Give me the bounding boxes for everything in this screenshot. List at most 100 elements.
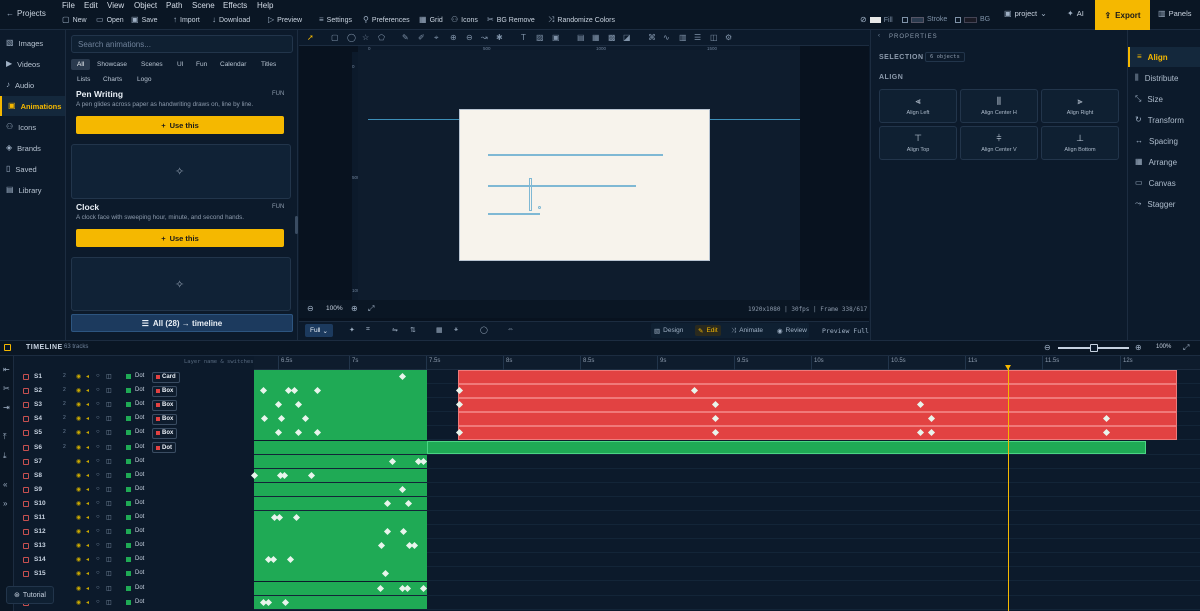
code-icon[interactable]: ⇔	[507, 326, 514, 333]
grid-toggle-icon[interactable]: ▦	[436, 326, 443, 334]
animation-clip-selected[interactable]	[458, 412, 1177, 426]
solo-icon[interactable]: ○	[96, 429, 100, 435]
use-this-button[interactable]: + Use this	[76, 229, 284, 247]
sidebar-item-brands[interactable]: ◈ Brands	[0, 138, 65, 158]
visibility-icon[interactable]: ◉	[76, 401, 81, 408]
lock-icon[interactable]: ◫	[106, 415, 112, 422]
import-button[interactable]: ↑ Import	[173, 16, 200, 24]
animation-clip-selected[interactable]	[458, 370, 1177, 384]
track-parent-badge[interactable]: Box	[152, 413, 178, 425]
track-checkbox[interactable]	[23, 500, 29, 507]
solo-icon[interactable]: ○	[96, 415, 100, 421]
tutorial-button[interactable]: ⊛ Tutorial	[6, 586, 54, 604]
rightnav-stagger[interactable]: ⤳ Stagger	[1128, 194, 1200, 214]
visibility-icon[interactable]: ◉	[76, 458, 81, 465]
audio-icon[interactable]: ◂	[86, 585, 89, 592]
lock-icon[interactable]: ◫	[106, 500, 112, 507]
chip-ui[interactable]: UI	[171, 59, 190, 70]
visibility-icon[interactable]: ◉	[76, 444, 81, 451]
all-to-timeline-button[interactable]: ☰ All (28) → timeline	[71, 314, 293, 332]
component-tool-icon[interactable]: ⚙	[725, 33, 732, 42]
download-button[interactable]: ↓ Download	[212, 16, 250, 24]
rightnav-align[interactable]: ≡ Align	[1128, 47, 1200, 67]
chip-scenes[interactable]: Scenes	[135, 59, 169, 70]
lock-icon[interactable]: ◫	[106, 472, 112, 479]
solo-icon[interactable]: ○	[96, 472, 100, 478]
panels-button[interactable]: ▥ Panels	[1158, 9, 1192, 18]
chevron-left-icon[interactable]: ‹	[878, 33, 880, 39]
visibility-icon[interactable]: ◉	[76, 415, 81, 422]
fit-screen-icon[interactable]: ⤢	[368, 304, 374, 314]
track-checkbox[interactable]	[23, 543, 29, 550]
visibility-icon[interactable]: ◉	[76, 556, 81, 563]
solo-icon[interactable]: ○	[96, 444, 100, 450]
audio-icon[interactable]: ◂	[86, 542, 89, 549]
pen-stroke-line[interactable]	[488, 185, 636, 187]
lock-icon[interactable]: ◫	[106, 570, 112, 577]
audio-icon[interactable]: ◂	[86, 570, 89, 577]
mode-animate[interactable]: ⤨ Animate	[731, 325, 763, 336]
menu-view[interactable]: View	[107, 1, 124, 10]
menu-object[interactable]: Object	[134, 1, 157, 10]
track-checkbox[interactable]	[23, 416, 29, 423]
track-parent-badge[interactable]: Card	[152, 371, 180, 383]
track-row[interactable]: S7 ◉ ◂ ○ ◫ Dot	[14, 455, 254, 469]
audio-icon[interactable]: ◂	[86, 444, 89, 451]
chip-all[interactable]: All	[71, 59, 91, 70]
magic-tool-icon[interactable]: ✱	[496, 33, 503, 42]
expand-tracks-icon[interactable]: »	[3, 499, 7, 508]
menu-scene[interactable]: Scene	[192, 1, 215, 10]
sidebar-item-images[interactable]: ▧ Images	[0, 33, 65, 53]
animation-clip[interactable]	[254, 553, 427, 567]
trim-icon[interactable]: ⇥	[3, 403, 10, 412]
animation-preview[interactable]: ✧	[71, 144, 291, 199]
solo-icon[interactable]: ○	[96, 401, 100, 407]
track-checkbox[interactable]	[23, 557, 29, 564]
pen-stroke-line[interactable]	[488, 213, 540, 215]
animation-clip-selected[interactable]	[458, 384, 1177, 398]
polygon-tool-icon[interactable]: ⬠	[378, 33, 385, 42]
animation-clip[interactable]	[254, 454, 427, 469]
magic-icon[interactable]: ✦	[349, 326, 355, 334]
audio-icon[interactable]: ◂	[86, 387, 89, 394]
track-checkbox[interactable]	[23, 486, 29, 493]
track-row[interactable]: S12◉◂○◫Dot	[14, 370, 254, 384]
audio-icon[interactable]: ◂	[86, 528, 89, 535]
lock-icon[interactable]: ◫	[106, 585, 112, 592]
align-bottom-button[interactable]: ⊥ Align Bottom	[1041, 126, 1119, 160]
mode-design[interactable]: ▧ Design	[654, 325, 683, 336]
chip-showcase[interactable]: Showcase	[91, 59, 133, 70]
flip-v-icon[interactable]: ⇅	[410, 326, 416, 334]
solo-icon[interactable]: ○	[96, 486, 100, 492]
visibility-icon[interactable]: ◉	[76, 570, 81, 577]
animation-clip[interactable]	[254, 440, 427, 455]
cut-icon[interactable]: ✂	[3, 384, 10, 393]
list-tool-icon[interactable]: ☰	[694, 33, 701, 42]
ellipse-tool-icon[interactable]: ◯	[347, 33, 356, 42]
chip-logo[interactable]: Logo	[131, 74, 157, 85]
sidebar-item-saved[interactable]: ▯ Saved	[0, 159, 65, 179]
lock-icon[interactable]: ◫	[106, 556, 112, 563]
solo-icon[interactable]: ○	[96, 599, 100, 605]
track-checkbox[interactable]	[23, 515, 29, 521]
solo-icon[interactable]: ○	[96, 387, 100, 393]
animation-clip[interactable]	[254, 539, 427, 553]
track-parent-badge[interactable]: Box	[152, 427, 178, 439]
track-row[interactable]: S11 ◉ ◂ ○ ◫ Dot	[14, 511, 254, 525]
audio-icon[interactable]: ◂	[86, 429, 89, 436]
wave-tool-icon[interactable]: ∿	[663, 33, 670, 42]
randomize-colors-button[interactable]: ⤨ Randomize Colors	[548, 16, 615, 24]
align-left-button[interactable]: ⫷ Align Left	[879, 89, 957, 123]
track-row[interactable]: S6 2 ◉ ◂ ○ ◫ Dot	[14, 441, 254, 455]
select-tool-icon[interactable]: ➚	[307, 33, 314, 42]
audio-icon[interactable]: ◂	[86, 514, 89, 521]
shape-tool-icon[interactable]: ◫	[710, 33, 718, 42]
zoom-in-icon[interactable]: ⊕	[351, 304, 358, 313]
lock-icon[interactable]: ◫	[106, 444, 112, 451]
visibility-icon[interactable]: ◉	[76, 486, 81, 493]
animation-clip[interactable]	[427, 440, 1146, 455]
solo-icon[interactable]: ○	[96, 500, 100, 506]
track-row[interactable]: S12◉◂○◫Dot	[14, 525, 254, 539]
track-checkbox[interactable]	[23, 458, 29, 465]
grid-button[interactable]: ▦ Grid	[419, 16, 443, 24]
